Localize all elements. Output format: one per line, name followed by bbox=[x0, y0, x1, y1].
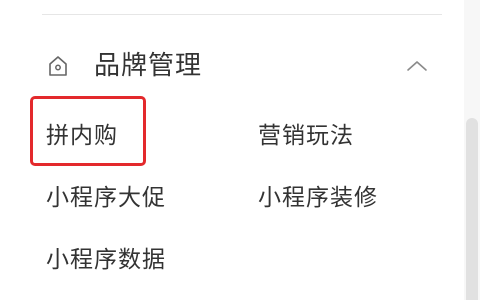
house-icon bbox=[46, 54, 70, 78]
menu-item-marketing-play[interactable]: 营销玩法 bbox=[258, 121, 354, 151]
section-header-brand-management[interactable]: 品牌管理 bbox=[42, 46, 442, 92]
chevron-up-icon[interactable] bbox=[402, 56, 432, 76]
menu-item-miniprogram-promotion[interactable]: 小程序大促 bbox=[46, 183, 166, 213]
menu-item-miniprogram-data[interactable]: 小程序数据 bbox=[46, 245, 166, 275]
menu-item-miniprogram-decoration[interactable]: 小程序装修 bbox=[258, 183, 378, 213]
highlight-annotation-box bbox=[30, 96, 146, 166]
top-divider bbox=[42, 14, 442, 15]
scrollbar-thumb[interactable] bbox=[466, 118, 478, 300]
section-title: 品牌管理 bbox=[94, 51, 203, 81]
